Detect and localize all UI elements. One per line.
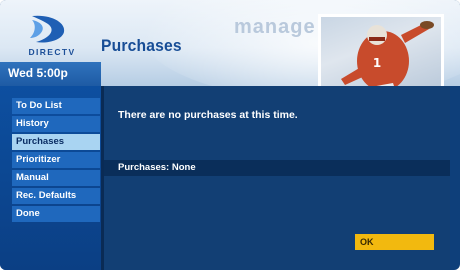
purchases-status: Purchases: None bbox=[118, 162, 196, 173]
screen: DIRECTV manage Purchases Wed 5:00p 1 264… bbox=[0, 0, 460, 270]
page-title: Purchases bbox=[101, 36, 182, 55]
sidebar-item-manual[interactable]: Manual bbox=[12, 170, 100, 186]
sidebar-item-purchases[interactable]: Purchases bbox=[12, 134, 100, 150]
main-panel: There are no purchases at this time. Pur… bbox=[101, 86, 450, 270]
cyclone-logo-icon bbox=[30, 15, 65, 43]
sidebar: To Do List History Purchases Prioritizer Man… bbox=[0, 86, 101, 270]
directv-logo: DIRECTV bbox=[16, 14, 88, 60]
sidebar-item-done[interactable]: Done bbox=[12, 206, 100, 222]
sidebar-item-to-do-list[interactable]: To Do List bbox=[12, 98, 100, 114]
football-player-image: 1 bbox=[341, 21, 434, 95]
svg-text:1: 1 bbox=[373, 56, 381, 70]
logo-text: DIRECTV bbox=[28, 47, 76, 57]
sidebar-menu: To Do List History Purchases Prioritizer Man… bbox=[12, 98, 100, 224]
sidebar-item-rec-defaults[interactable]: Rec. Defaults bbox=[12, 188, 100, 204]
clock: Wed 5:00p bbox=[8, 66, 68, 80]
sidebar-item-prioritizer[interactable]: Prioritizer bbox=[12, 152, 100, 168]
section-title: manage bbox=[234, 16, 316, 38]
sidebar-item-history[interactable]: History bbox=[12, 116, 100, 132]
purchases-bar: Purchases: None bbox=[104, 160, 450, 176]
empty-message: There are no purchases at this time. bbox=[118, 109, 298, 121]
ok-button[interactable]: OK bbox=[355, 234, 434, 250]
time-bar: Wed 5:00p bbox=[0, 62, 101, 86]
